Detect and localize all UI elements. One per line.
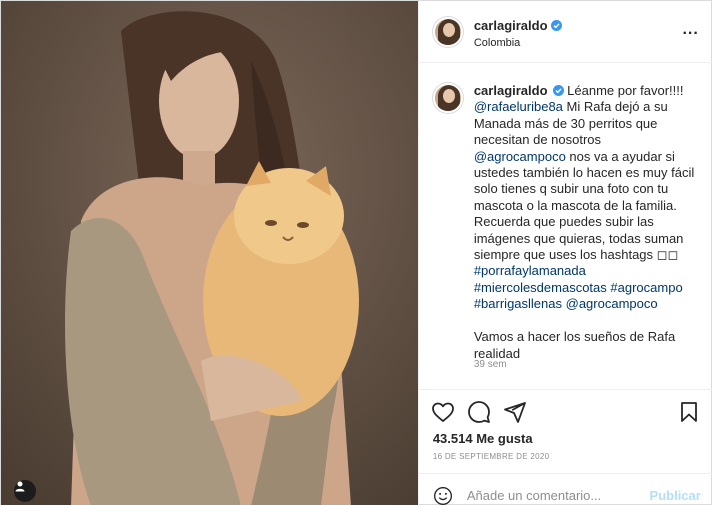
paper-plane-icon[interactable]: [503, 400, 527, 424]
caption-link[interactable]: @agrocampoco: [474, 149, 566, 164]
header-username-row: carlagiraldo: [474, 18, 562, 33]
caption-link[interactable]: #porrafaylamanada: [474, 263, 586, 278]
more-options-button[interactable]: ...: [682, 21, 698, 39]
caption-link[interactable]: #miercolesdemascotas: [474, 280, 607, 295]
photo-illustration: [1, 1, 418, 505]
caption-avatar[interactable]: [432, 83, 463, 113]
user-tag-icon[interactable]: [14, 480, 36, 502]
location-link[interactable]: Colombia: [474, 37, 520, 49]
caption-body: Léanme por favor!!!! @rafaeluribe8a Mi R…: [474, 83, 694, 361]
instagram-post: carlagiraldo Colombia ... carlagiraldo L…: [0, 0, 712, 505]
post-age[interactable]: 39 sem: [474, 359, 507, 370]
action-bar: [418, 389, 712, 433]
post-comment-button[interactable]: Publicar: [650, 488, 701, 503]
likes-count[interactable]: 43.514 Me gusta: [433, 431, 533, 446]
verified-badge-icon: [550, 20, 562, 31]
heart-icon[interactable]: [431, 400, 455, 424]
person-icon: [15, 481, 25, 492]
caption-segment: Vamos a hacer los sueños de Rafa realida…: [473, 329, 676, 361]
comments-panel: carlagiraldo Léanme por favor!!!! @rafae…: [419, 63, 712, 389]
header-username[interactable]: carlagiraldo: [474, 18, 548, 33]
bookmark-icon[interactable]: [677, 400, 701, 424]
caption-username[interactable]: carlagiraldo: [474, 83, 548, 98]
caption-segment: Léanme por favor!!!!: [567, 83, 684, 98]
caption-text: carlagiraldo Léanme por favor!!!! @rafae…: [474, 83, 704, 362]
avatar[interactable]: [432, 17, 463, 47]
comment-icon[interactable]: [467, 400, 491, 424]
caption-link[interactable]: #barrigasllenas: [474, 296, 562, 311]
add-comment-section: Publicar: [418, 473, 712, 505]
caption-link[interactable]: #agrocampo: [610, 280, 682, 295]
post-sidebar: carlagiraldo Colombia ... carlagiraldo L…: [417, 1, 712, 505]
post-photo[interactable]: [1, 1, 418, 505]
caption-segment: nos va a ayudar si ustedes también lo ha…: [473, 148, 695, 263]
caption-link[interactable]: @agrocampoco: [566, 296, 658, 311]
post-header: carlagiraldo Colombia ...: [418, 1, 712, 63]
verified-badge-icon: [552, 85, 564, 96]
comment-input[interactable]: [466, 488, 642, 503]
caption-link[interactable]: @rafaeluribe8a: [474, 99, 563, 114]
smiley-icon[interactable]: [433, 486, 453, 505]
post-date: 16 DE SEPTIEMBRE DE 2020: [432, 452, 550, 461]
